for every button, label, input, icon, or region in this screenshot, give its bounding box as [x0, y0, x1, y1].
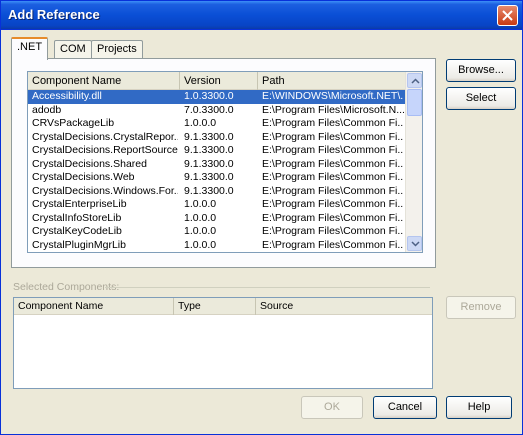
list-cell-path: E:\Program Files\Common Fi... — [262, 225, 404, 237]
close-button[interactable] — [497, 5, 518, 26]
column-header-selected-name[interactable]: Component Name — [14, 298, 174, 315]
list-cell-version: 9.1.3300.0 — [184, 130, 234, 143]
list-cell-name: CrystalDecisions.CrystalRepor... — [32, 130, 178, 143]
list-item[interactable]: CrystalKeyCodeLib 1.0.0.0 E:\Program Files… — [28, 225, 406, 239]
tab-com[interactable]: COM — [54, 40, 92, 59]
list-cell-version: 1.0.0.0 — [184, 198, 217, 210]
list-cell-path: E:\WINDOWS\Microsoft.NET\... — [262, 90, 404, 102]
list-cell-path: E:\Program Files\Common Fi... — [262, 157, 404, 170]
column-header-version[interactable]: Version — [180, 72, 258, 90]
list-cell-name: CrystalDecisions.Windows.For... — [32, 184, 178, 197]
list-cell-name: CrystalPluginMgrLib — [32, 238, 126, 251]
selected-components-list[interactable]: Component Name Type Source — [13, 297, 433, 389]
list-cell-version: 7.0.3300.0 — [184, 103, 234, 116]
browse-button[interactable]: Browse... — [446, 59, 516, 82]
list-cell-name: CrystalDecisions.Web — [32, 171, 135, 183]
title-bar: Add Reference — [1, 1, 522, 30]
list-cell-name: adodb — [32, 103, 62, 116]
list-item[interactable]: CrystalPluginMgrLib 1.0.0.0 E:\Program Fil… — [28, 239, 406, 253]
list-cell-version: 1.0.3300.0 — [184, 90, 234, 102]
ok-button[interactable]: OK — [301, 396, 363, 419]
list-header: Component Name Version Path — [28, 72, 406, 90]
list-cell-path: E:\Program Files\Common Fi... — [262, 198, 404, 210]
list-cell-path: E:\Program Files\Microsoft.N... — [262, 103, 404, 116]
list-cell-name: CrystalKeyCodeLib — [32, 225, 122, 237]
list-cell-path: E:\Program Files\Common Fi... — [262, 211, 404, 224]
list-item[interactable]: CrystalDecisions.Shared 9.1.3300.0 E:\Prog… — [28, 158, 406, 172]
select-button[interactable]: Select — [446, 87, 516, 110]
close-icon — [502, 10, 513, 21]
list-cell-path: E:\Program Files\Common Fi... — [262, 130, 404, 143]
list-cell-path: E:\Program Files\Common Fi... — [262, 117, 404, 129]
scroll-thumb[interactable] — [407, 89, 422, 116]
list-cell-version: 9.1.3300.0 — [184, 171, 234, 183]
list-cell-name: CrystalEnterpriseLib — [32, 198, 127, 210]
list-cell-name: CrystalInfoStoreLib — [32, 211, 122, 224]
tab-projects[interactable]: Projects — [91, 40, 143, 59]
column-header-type[interactable]: Type — [174, 298, 256, 315]
list-cell-version: 9.1.3300.0 — [184, 144, 234, 156]
list-item[interactable]: CRVsPackageLib 1.0.0.0 E:\Program Files\Co… — [28, 117, 406, 131]
list-item[interactable]: adodb 7.0.3300.0 E:\Program Files\Microsof… — [28, 104, 406, 118]
list-cell-name: Accessibility.dll — [32, 90, 102, 102]
tab-dotnet[interactable]: .NET — [11, 37, 49, 60]
list-item[interactable]: CrystalDecisions.CrystalRepor... 9.1.3300… — [28, 131, 406, 145]
cancel-button[interactable]: Cancel — [373, 396, 437, 419]
list-cell-version: 9.1.3300.0 — [184, 184, 234, 197]
help-button[interactable]: Help — [446, 396, 512, 419]
remove-button[interactable]: Remove — [446, 296, 516, 319]
list-cell-path: E:\Program Files\Common Fi... — [262, 144, 404, 156]
list-cell-version: 1.0.0.0 — [184, 211, 217, 224]
list-item[interactable]: CrystalDecisions.Web 9.1.3300.0 E:\Program… — [28, 171, 406, 185]
add-reference-dialog: Add Reference .NET COM Projects Componen… — [0, 0, 523, 435]
list-item[interactable]: CrystalEnterpriseLib 1.0.0.0 E:\Program Fi… — [28, 198, 406, 212]
list-item[interactable]: CrystalDecisions.Windows.For... 9.1.3300.… — [28, 185, 406, 199]
selected-components-label: Selected Components: — [13, 281, 120, 293]
list-cell-path: E:\Program Files\Common Fi... — [262, 171, 404, 183]
list-item[interactable]: CrystalInfoStoreLib 1.0.0.0 E:\Program Fil… — [28, 212, 406, 226]
chevron-down-icon — [411, 241, 420, 247]
tab-strip: .NET COM Projects — [11, 37, 431, 60]
list-cell-version: 1.0.0.0 — [184, 117, 217, 129]
selected-list-header: Component Name Type Source — [14, 298, 432, 315]
column-header-component-name[interactable]: Component Name — [28, 72, 180, 90]
list-cell-name: CrystalDecisions.Shared — [32, 157, 147, 170]
vertical-scrollbar[interactable] — [405, 72, 422, 252]
list-cell-name: CRVsPackageLib — [32, 117, 115, 129]
window-title: Add Reference — [8, 7, 100, 22]
chevron-up-icon — [411, 78, 420, 84]
scroll-down-button[interactable] — [407, 236, 422, 251]
component-list[interactable]: Component Name Version Path Accessibilit… — [27, 71, 423, 253]
list-rows: Accessibility.dll 1.0.3300.0 E:\WINDOWS\Mi… — [28, 90, 406, 252]
list-cell-version: 1.0.0.0 — [184, 225, 217, 237]
group-divider — [105, 287, 430, 288]
list-cell-name: CrystalDecisions.ReportSource — [32, 144, 178, 156]
list-cell-path: E:\Program Files\Common Fi... — [262, 238, 404, 251]
column-header-source[interactable]: Source — [256, 298, 432, 315]
scroll-up-button[interactable] — [407, 73, 422, 88]
list-cell-version: 9.1.3300.0 — [184, 157, 234, 170]
list-item[interactable]: CrystalDecisions.ReportSource 9.1.3300.0 E… — [28, 144, 406, 158]
list-cell-path: E:\Program Files\Common Fi... — [262, 184, 404, 197]
list-cell-version: 1.0.0.0 — [184, 238, 217, 251]
list-item[interactable]: Accessibility.dll 1.0.3300.0 E:\WINDOWS\Mi… — [28, 90, 406, 104]
column-header-path[interactable]: Path — [258, 72, 406, 90]
